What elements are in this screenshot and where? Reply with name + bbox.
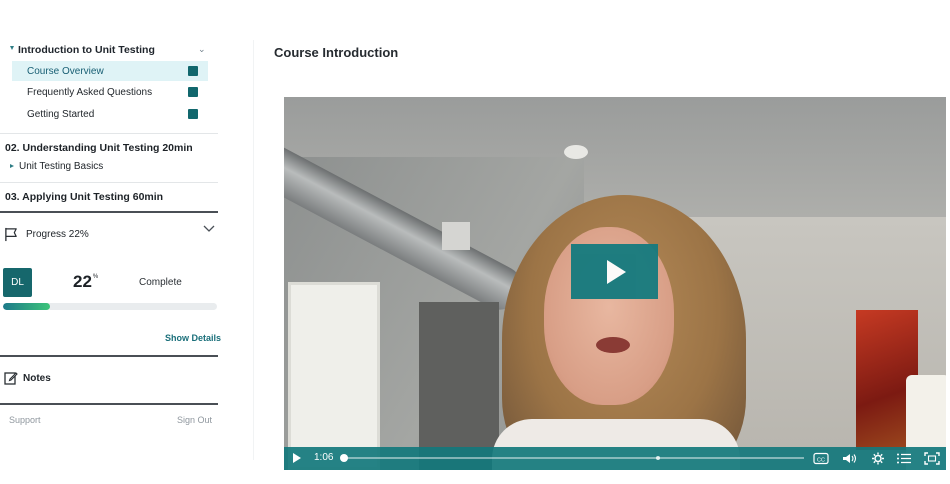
completed-check-icon [188,109,198,119]
course-sidebar: Introduction to Unit Testing ⌄ Course Ov… [0,0,222,484]
module-intro-header[interactable]: Introduction to Unit Testing [10,44,155,56]
lesson-label: Course Overview [27,65,104,77]
svg-text:CC: CC [817,457,825,463]
progress-percent-value: 22 [73,272,92,291]
progress-bar-fill [3,303,51,310]
divider [0,182,218,183]
video-player[interactable]: 1:06 CC [284,97,946,470]
current-time: 1:06 [314,452,334,463]
progress-label: Progress 22% [26,229,89,240]
play-icon [607,259,626,284]
play-icon[interactable] [293,453,301,463]
divider [253,40,254,460]
volume-icon[interactable] [841,452,857,465]
sub-item-label: Unit Testing Basics [19,161,104,172]
percent-sign: % [92,274,99,280]
progress-bar [3,303,217,310]
divider [0,133,218,134]
complete-label: Complete [139,277,182,288]
chapters-list-icon[interactable] [896,452,912,465]
notes-label: Notes [23,372,51,384]
lesson-label: Getting Started [27,108,95,120]
support-link[interactable]: Support [9,415,41,425]
completed-check-icon [188,66,198,76]
completed-check-icon [188,87,198,97]
sign-out-link[interactable]: Sign Out [177,415,212,425]
lesson-faq[interactable]: Frequently Asked Questions [12,82,208,102]
divider [0,403,218,405]
divider [0,355,218,357]
play-button[interactable] [571,244,658,299]
lesson-course-overview[interactable]: Course Overview [12,61,208,81]
divider [0,211,218,213]
notes-button[interactable]: Notes [4,371,51,385]
seek-marker [656,456,660,460]
settings-gear-icon[interactable] [870,452,886,465]
page-title: Course Introduction [274,45,399,60]
section-applying-unit-testing[interactable]: 03. Applying Unit Testing 60min [5,191,163,203]
avatar: DL [3,268,32,297]
progress-toggle[interactable]: Progress 22% [4,227,89,242]
chevron-down-icon[interactable] [203,225,215,233]
section-understanding-unit-testing[interactable]: 02. Understanding Unit Testing 20min [5,142,193,154]
progress-percent: 22% [73,272,98,292]
show-details-link[interactable]: Show Details [165,333,221,343]
lesson-getting-started[interactable]: Getting Started [12,104,208,124]
caret-down-icon [10,46,14,50]
caret-right-icon [10,163,14,168]
seek-bar[interactable] [340,454,804,462]
video-controls: 1:06 CC [284,447,946,470]
sub-item-unit-testing-basics[interactable]: Unit Testing Basics [10,161,103,172]
lesson-label: Frequently Asked Questions [27,86,153,98]
chevron-down-icon[interactable]: ⌄ [198,44,206,55]
edit-note-icon [4,372,18,385]
module-intro-title: Introduction to Unit Testing [18,44,155,56]
flag-icon [5,227,17,242]
closed-captions-icon[interactable]: CC [813,452,829,465]
seek-handle[interactable] [340,454,348,462]
fullscreen-icon[interactable] [924,452,940,465]
